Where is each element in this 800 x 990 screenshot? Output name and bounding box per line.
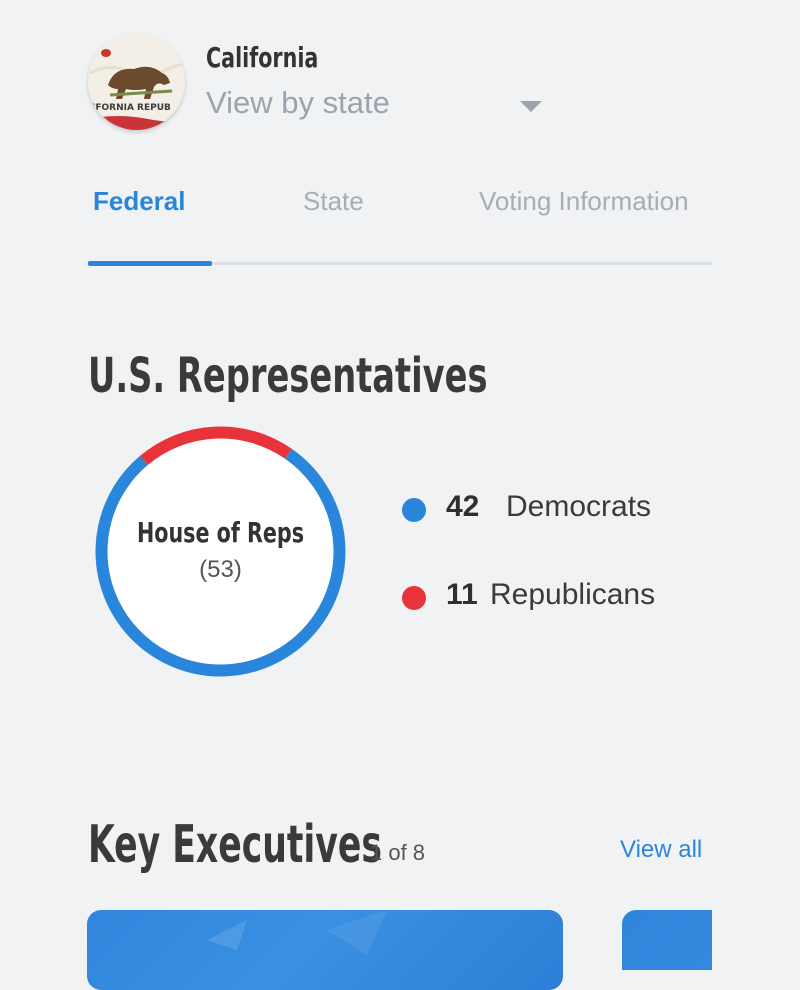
card-background-image — [207, 910, 387, 955]
california-flag-avatar[interactable]: IFORNIA REPUB — [88, 33, 185, 130]
republican-count: 11 — [446, 578, 478, 611]
tab-voting-information-clip: Voting Information — [479, 178, 712, 228]
executive-card-next[interactable] — [622, 910, 712, 970]
executive-card[interactable] — [87, 910, 563, 990]
view-all-link[interactable]: View all — [620, 836, 702, 864]
california-flag-icon: IFORNIA REPUB — [88, 33, 185, 130]
executive-card-next-clip — [622, 910, 712, 970]
active-tab-indicator — [88, 261, 212, 266]
democrat-label: Democrats — [506, 490, 652, 523]
chevron-down-icon[interactable] — [520, 101, 542, 112]
executives-pager: 1 of 8 — [370, 840, 426, 865]
representatives-title: U.S. Representatives — [88, 348, 488, 404]
republican-dot-icon — [402, 586, 426, 610]
svg-text:IFORNIA REPUB: IFORNIA REPUB — [92, 103, 171, 113]
tab-state[interactable]: State — [303, 186, 364, 217]
tab-federal[interactable]: Federal — [93, 186, 186, 217]
democrat-count: 42 — [446, 490, 480, 523]
chamber-label: House of Reps — [136, 516, 305, 549]
tab-voting-information[interactable]: Voting Information — [479, 186, 689, 217]
chamber-total: (53) — [199, 556, 242, 583]
democrat-dot-icon — [402, 498, 426, 522]
state-select[interactable]: View by state — [206, 85, 390, 121]
executives-title: Key Executives — [88, 815, 382, 875]
republican-label: Republicans — [490, 578, 656, 611]
tab-bar: Federal State Voting Information — [88, 178, 712, 268]
star-icon — [101, 49, 111, 57]
state-name: California — [206, 41, 319, 74]
representatives-donut-chart — [95, 426, 346, 677]
state-header: IFORNIA REPUB California View by state — [88, 33, 728, 130]
